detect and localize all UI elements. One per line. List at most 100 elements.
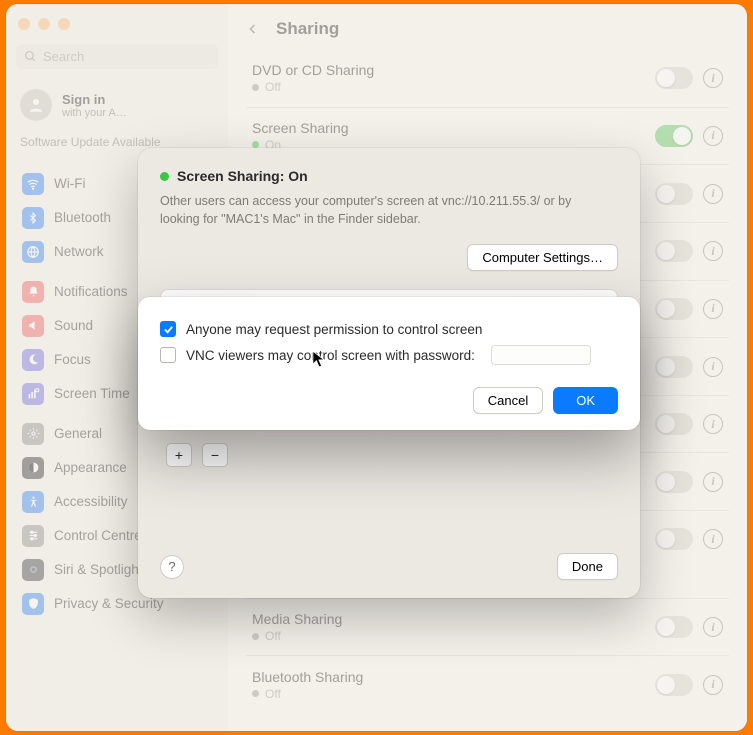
row-status: Off <box>265 80 281 94</box>
status-dot-on-icon <box>160 172 169 181</box>
sidebar-item-label: Network <box>54 244 104 259</box>
row-title: Bluetooth Sharing <box>252 669 363 685</box>
sharing-row-bluetooth-sharing: Bluetooth Sharing Off i <box>246 655 729 713</box>
add-user-button[interactable]: + <box>166 443 192 467</box>
wifi-icon <box>22 173 44 195</box>
row-title: Media Sharing <box>252 611 342 627</box>
checkbox-vnc-password[interactable] <box>160 347 176 363</box>
toggle[interactable] <box>655 240 693 262</box>
minus-icon: − <box>211 447 219 463</box>
bell-icon <box>22 281 44 303</box>
sidebar-item-label: Wi-Fi <box>54 176 85 191</box>
focus-icon <box>22 349 44 371</box>
toggle[interactable] <box>655 183 693 205</box>
ok-button[interactable]: OK <box>553 387 618 414</box>
close-window-button[interactable] <box>18 18 30 30</box>
traffic-lights <box>16 14 218 40</box>
settings-window: Search Sign in with your A… Software Upd… <box>6 4 747 731</box>
toggle[interactable] <box>655 356 693 378</box>
access-icon <box>22 491 44 513</box>
toggle[interactable] <box>655 674 693 696</box>
sidebar-item-label: Control Centre <box>54 528 142 543</box>
bluetooth-icon <box>22 207 44 229</box>
plus-icon: + <box>175 447 183 463</box>
info-button[interactable]: i <box>703 68 723 88</box>
vnc-password-field[interactable] <box>491 345 591 365</box>
sidebar-item-label: Bluetooth <box>54 210 111 225</box>
privacy-icon <box>22 593 44 615</box>
page-title: Sharing <box>276 19 339 39</box>
info-button[interactable]: i <box>703 675 723 695</box>
screentime-icon <box>22 383 44 405</box>
toggle[interactable] <box>655 413 693 435</box>
row-status: Off <box>265 687 281 701</box>
siri-icon <box>22 559 44 581</box>
sidebar-item-label: Screen Time <box>54 386 130 401</box>
row-title: Screen Sharing <box>252 120 349 136</box>
account-sub: with your A… <box>62 107 127 119</box>
sidebar-item-label: Notifications <box>54 284 128 299</box>
done-button[interactable]: Done <box>557 553 618 580</box>
checkmark-icon <box>163 324 174 335</box>
row-title: DVD or CD Sharing <box>252 62 374 78</box>
sidebar-item-label: Accessibility <box>54 494 128 509</box>
sharing-row-media-sharing: Media Sharing Off i <box>246 598 729 656</box>
chevron-left-icon <box>247 21 259 37</box>
info-button[interactable]: i <box>703 414 723 434</box>
account-row[interactable]: Sign in with your A… <box>16 83 218 131</box>
info-button[interactable]: i <box>703 241 723 261</box>
sidebar-item-label: Sound <box>54 318 93 333</box>
toggle[interactable] <box>655 125 693 147</box>
option-vnc-password[interactable]: VNC viewers may control screen with pass… <box>160 341 618 369</box>
row-status: Off <box>265 629 281 643</box>
option-vnc-password-label: VNC viewers may control screen with pass… <box>186 348 475 363</box>
help-button[interactable]: ? <box>160 555 184 579</box>
toggle[interactable] <box>655 616 693 638</box>
toggle[interactable] <box>655 67 693 89</box>
option-anyone-request-label: Anyone may request permission to control… <box>186 322 482 337</box>
info-button[interactable]: i <box>703 529 723 549</box>
help-icon: ? <box>168 559 175 574</box>
account-name: Sign in <box>62 92 127 107</box>
avatar-icon <box>20 89 52 121</box>
gear-icon <box>22 423 44 445</box>
sidebar-item-label: Privacy & Security <box>54 596 164 611</box>
toggle[interactable] <box>655 471 693 493</box>
toggle[interactable] <box>655 298 693 320</box>
sheet-title-row: Screen Sharing: On <box>160 168 618 184</box>
sound-icon <box>22 315 44 337</box>
search-field[interactable]: Search <box>16 44 218 69</box>
sidebar-item-label: General <box>54 426 102 441</box>
info-button[interactable]: i <box>703 357 723 377</box>
appearance-icon <box>22 457 44 479</box>
control-icon <box>22 525 44 547</box>
toggle[interactable] <box>655 528 693 550</box>
info-button[interactable]: i <box>703 126 723 146</box>
sharing-row-dvd-or-cd-sharing: DVD or CD Sharing Off i <box>246 50 729 107</box>
status-dot-icon <box>252 690 259 697</box>
checkbox-anyone-request[interactable] <box>160 321 176 337</box>
cancel-button[interactable]: Cancel <box>473 387 543 414</box>
status-dot-icon <box>252 633 259 640</box>
content-header: Sharing <box>228 4 747 50</box>
computer-settings-dialog: Anyone may request permission to control… <box>138 297 640 430</box>
option-anyone-request[interactable]: Anyone may request permission to control… <box>160 317 618 341</box>
sidebar-item-label: Focus <box>54 352 91 367</box>
info-button[interactable]: i <box>703 472 723 492</box>
search-icon <box>24 50 37 63</box>
back-button[interactable] <box>242 18 264 40</box>
info-button[interactable]: i <box>703 299 723 319</box>
sheet-title: Screen Sharing: On <box>177 168 308 184</box>
zoom-window-button[interactable] <box>58 18 70 30</box>
search-placeholder: Search <box>43 49 84 64</box>
sidebar-item-label: Siri & Spotlight <box>54 562 143 577</box>
computer-settings-button[interactable]: Computer Settings… <box>467 244 618 271</box>
network-icon <box>22 241 44 263</box>
status-dot-icon <box>252 84 259 91</box>
sidebar-item-label: Appearance <box>54 460 127 475</box>
minimize-window-button[interactable] <box>38 18 50 30</box>
remove-user-button[interactable]: − <box>202 443 228 467</box>
sheet-description: Other users can access your computer's s… <box>160 192 618 228</box>
info-button[interactable]: i <box>703 184 723 204</box>
info-button[interactable]: i <box>703 617 723 637</box>
